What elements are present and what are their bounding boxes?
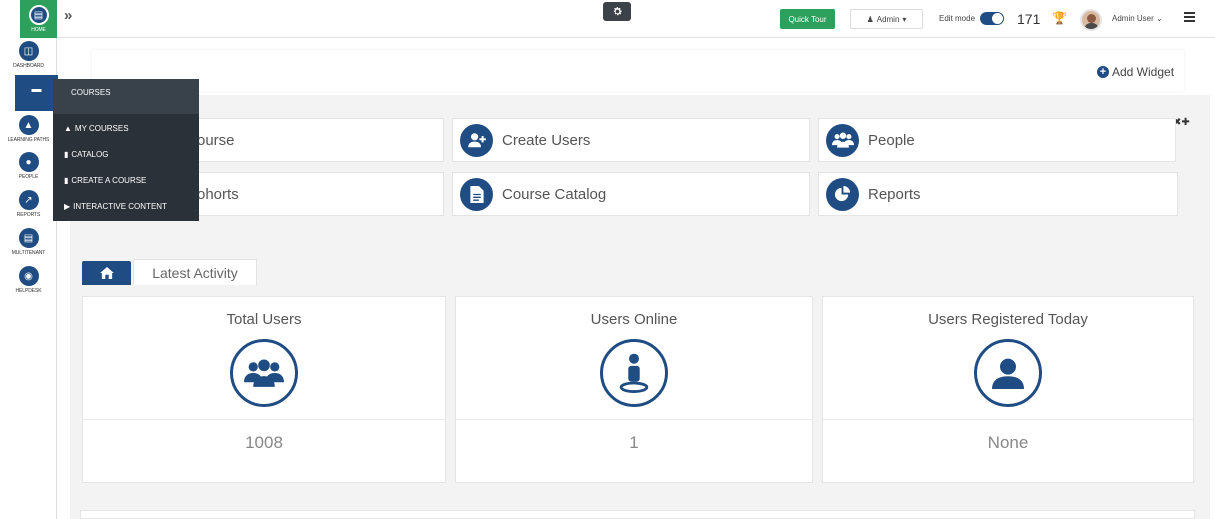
sidebar-item-learning-paths[interactable]: ▲ LEARNING PATHS xyxy=(0,115,57,143)
trophy-icon[interactable]: 🏆 xyxy=(1052,11,1067,25)
people-icon: ● xyxy=(18,152,39,172)
widget-toolbar xyxy=(92,50,1184,91)
plus-circle-icon: + xyxy=(1097,66,1109,78)
sidebar: ▤ HOME ◫ DASHBOARD ▬ COURSES ▲ LEARNING … xyxy=(0,0,58,519)
tab-latest-activity[interactable]: Latest Activity xyxy=(133,259,257,285)
flyout-item-label: CREATE A COURSE xyxy=(71,176,147,185)
stat-card-users-registered-today: Users Registered Today None xyxy=(822,296,1194,483)
quick-link-reports[interactable]: Reports xyxy=(818,172,1178,216)
sidebar-label-learning-paths: LEARNING PATHS xyxy=(7,137,50,143)
chat-bubble-icon: ◉ xyxy=(18,266,39,286)
sidebar-label-dashboard: DASHBOARD xyxy=(13,63,44,69)
user-menu[interactable]: Admin User ⌄ xyxy=(1112,14,1163,23)
stat-title: Users Online xyxy=(590,311,678,328)
flyout-item-create-a-course[interactable]: ▮ CREATE A COURSE xyxy=(64,176,146,185)
document-icon xyxy=(460,177,493,211)
stat-value: 1 xyxy=(629,433,639,452)
learning-paths-icon: ▲ xyxy=(18,115,39,135)
user-icon xyxy=(974,339,1042,407)
sidebar-label-reports: REPORTS xyxy=(16,212,41,218)
user-name-label: Admin User xyxy=(1112,14,1154,23)
expand-sidebar-icon[interactable]: » xyxy=(64,7,72,24)
flyout-item-label: CATALOG xyxy=(71,150,109,159)
graduation-cap-icon: ▲ xyxy=(64,124,72,133)
quick-link-create-users[interactable]: Create Users xyxy=(452,118,810,162)
stat-card-users-online: Users Online 1 xyxy=(455,296,813,483)
stat-divider xyxy=(823,419,1193,420)
sidebar-item-dashboard[interactable]: ◫ DASHBOARD xyxy=(0,41,57,69)
edit-mode-toggle[interactable] xyxy=(980,12,1004,25)
sidebar-item-multitenant[interactable]: ▤ MULTITENANT xyxy=(0,228,57,256)
sidebar-item-reports[interactable]: ↗ REPORTS xyxy=(0,190,57,218)
sidebar-item-courses[interactable]: ▬ COURSES xyxy=(15,75,58,111)
home-book-icon: ▤ xyxy=(28,5,49,25)
quick-link-label: Reports xyxy=(868,185,921,203)
top-bar: » Quick Tour ♟ Admin ▾ Edit mode 171 🏆 A… xyxy=(0,0,1215,38)
sidebar-label-multitenant: MULTITENANT xyxy=(11,250,46,256)
multitenant-icon: ▤ xyxy=(18,228,39,248)
add-user-icon xyxy=(460,123,493,157)
caret-down-icon: ▾ xyxy=(902,14,907,24)
sidebar-label-courses: COURSES xyxy=(24,101,49,107)
home-icon xyxy=(99,267,114,279)
dashboard-icon: ◫ xyxy=(18,41,39,61)
quick-link-label: People xyxy=(868,131,915,149)
user-online-icon xyxy=(600,339,668,407)
quick-link-label: ourse xyxy=(197,131,235,149)
flyout-item-my-courses[interactable]: ▲ MY COURSES xyxy=(64,124,129,133)
stat-divider xyxy=(83,419,445,420)
file-icon: ▮ xyxy=(64,150,69,159)
stat-card-total-users: Total Users 1008 xyxy=(82,296,446,483)
sidebar-label-people: PEOPLE xyxy=(18,174,39,180)
user-icon: ♟ xyxy=(866,14,874,24)
chart-line-icon: ↗ xyxy=(18,190,39,210)
sidebar-label-helpdesk: HELPDESK xyxy=(15,288,42,294)
quick-tour-button[interactable]: Quick Tour xyxy=(780,9,835,29)
hamburger-menu-icon[interactable] xyxy=(1184,12,1195,24)
role-dropdown[interactable]: ♟ Admin ▾ xyxy=(850,9,923,29)
avatar[interactable] xyxy=(1080,9,1102,31)
quick-link-course-catalog[interactable]: Course Catalog xyxy=(452,172,810,216)
pie-chart-icon xyxy=(826,177,859,211)
add-widget-button[interactable]: + Add Widget xyxy=(1097,65,1174,79)
add-widget-label: Add Widget xyxy=(1112,65,1175,79)
quick-link-label: ohorts xyxy=(197,185,239,203)
flyout-item-interactive-content[interactable]: ▶ INTERACTIVE CONTENT xyxy=(64,202,167,211)
gear-icon xyxy=(613,7,622,16)
edit-mode-label: Edit mode xyxy=(939,14,976,23)
sidebar-item-home[interactable]: ▤ HOME xyxy=(20,0,57,38)
sidebar-item-people[interactable]: ● PEOPLE xyxy=(0,152,57,180)
stat-value: None xyxy=(987,433,1029,452)
flyout-item-catalog[interactable]: ▮ CATALOG xyxy=(64,150,108,159)
quick-link-label: Create Users xyxy=(502,131,591,149)
tab-home[interactable] xyxy=(82,261,131,285)
folder-icon: ▬ xyxy=(26,79,47,99)
sidebar-item-helpdesk[interactable]: ◉ HELPDESK xyxy=(0,266,57,294)
flyout-item-label: INTERACTIVE CONTENT xyxy=(73,202,167,211)
settings-button[interactable] xyxy=(603,2,631,21)
quick-link-label: Course Catalog xyxy=(502,185,607,203)
courses-flyout-menu: COURSES ▲ MY COURSES ▮ CATALOG ▮ CREATE … xyxy=(53,79,199,221)
stat-value: 1008 xyxy=(245,433,283,452)
people-group-icon xyxy=(826,123,859,157)
sidebar-label-home: HOME xyxy=(31,27,46,33)
flyout-item-label: MY COURSES xyxy=(74,124,129,133)
role-label: Admin xyxy=(876,14,900,24)
stat-divider xyxy=(456,419,812,420)
users-group-icon xyxy=(230,339,298,407)
video-icon: ▶ xyxy=(64,202,71,211)
flyout-title: COURSES xyxy=(53,79,199,114)
points-count: 171 xyxy=(1017,11,1041,27)
stat-title: Total Users xyxy=(226,311,302,328)
next-widget-panel xyxy=(80,510,1195,519)
quick-link-people[interactable]: People xyxy=(818,118,1176,162)
book-icon: ▮ xyxy=(64,176,69,185)
stat-title: Users Registered Today xyxy=(928,311,1088,328)
